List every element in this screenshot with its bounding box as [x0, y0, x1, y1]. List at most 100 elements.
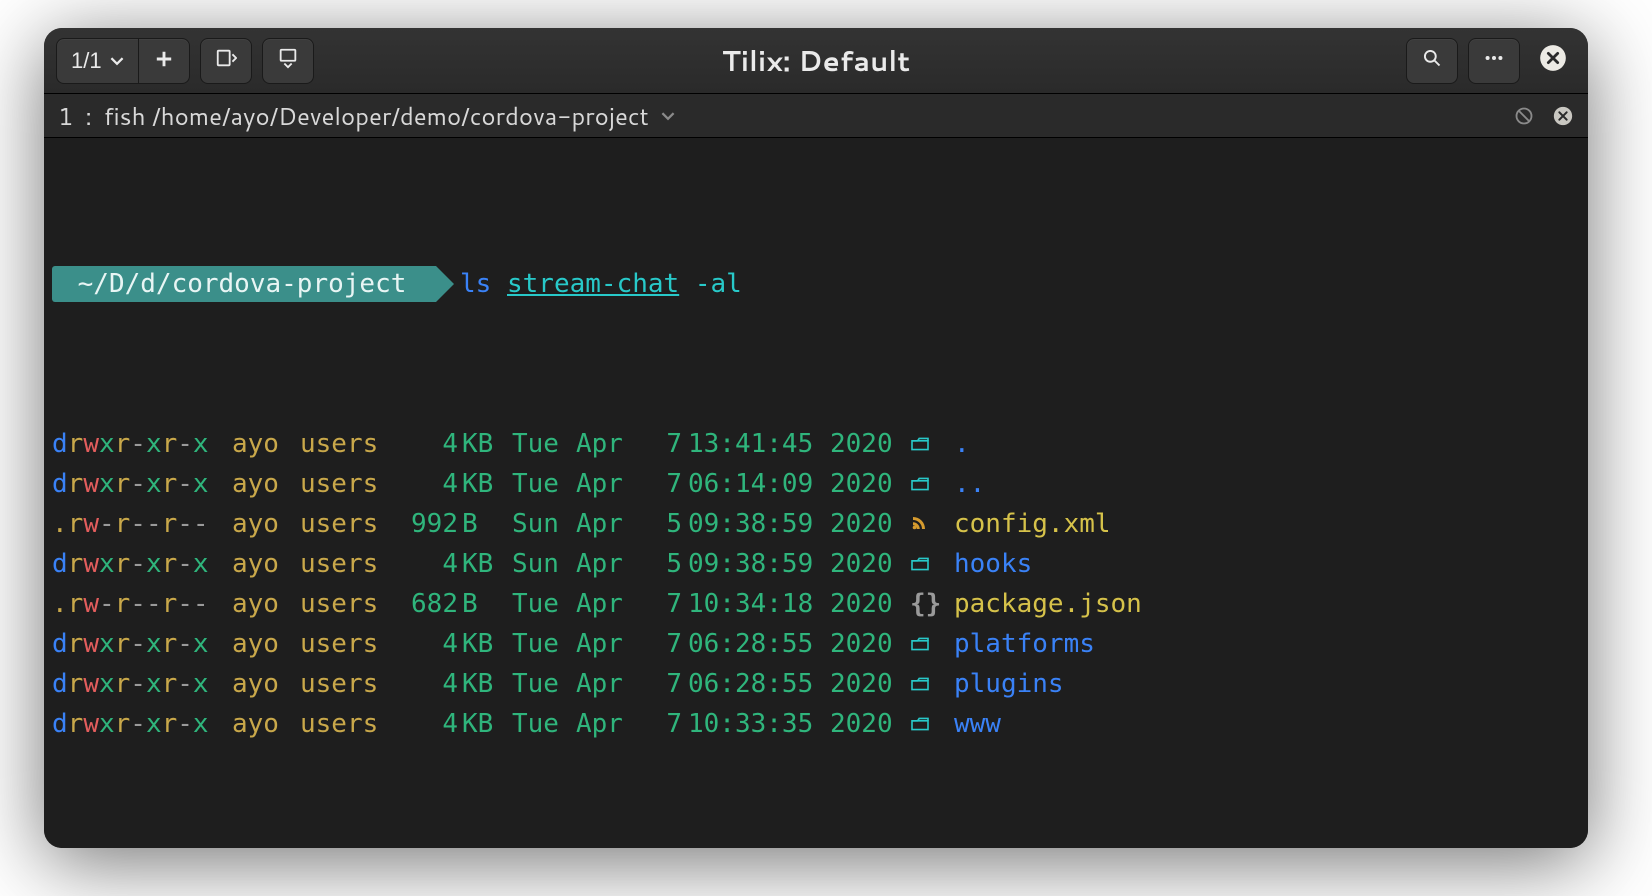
size-unit: KB: [462, 424, 512, 464]
year: 2020: [830, 424, 910, 464]
window-close-button[interactable]: [1530, 38, 1576, 84]
size: 4: [400, 424, 462, 464]
folder-icon: [910, 424, 954, 464]
split-down-button[interactable]: [262, 38, 314, 84]
command-name: ls: [460, 264, 491, 304]
folder-icon: [910, 704, 954, 744]
size-unit: KB: [462, 704, 512, 744]
group: users: [300, 464, 400, 504]
time: 06:28:55: [688, 664, 830, 704]
close-icon: [1539, 44, 1567, 78]
owner: ayo: [232, 704, 300, 744]
tab-label[interactable]: fish /home/ayo/Developer/demo/cordova-pr…: [104, 99, 649, 133]
command-arg: stream-chat: [507, 264, 679, 304]
day: 7: [640, 424, 688, 464]
plus-icon: [155, 48, 173, 74]
menu-button[interactable]: [1468, 38, 1520, 84]
day: 7: [640, 624, 688, 664]
file-name: www: [954, 704, 1580, 744]
perm: drwxr-xr-x: [52, 544, 232, 584]
split-right-icon: [215, 47, 237, 75]
search-button[interactable]: [1406, 38, 1458, 84]
ellipsis-icon: [1483, 47, 1505, 75]
folder-icon: [910, 544, 954, 584]
group: users: [300, 624, 400, 664]
file-name: platforms: [954, 624, 1580, 664]
new-session-button[interactable]: [138, 38, 190, 84]
weekday: Tue: [512, 624, 576, 664]
owner: ayo: [232, 664, 300, 704]
year: 2020: [830, 584, 910, 624]
year: 2020: [830, 664, 910, 704]
owner: ayo: [232, 584, 300, 624]
ls-row: drwxr-xr-xayousers4KBTueApr706:28:552020…: [52, 624, 1580, 664]
readonly-icon[interactable]: [1514, 106, 1534, 126]
file-name: ..: [954, 464, 1580, 504]
day: 7: [640, 704, 688, 744]
size-unit: KB: [462, 624, 512, 664]
group: users: [300, 704, 400, 744]
headerbar-right: [1406, 38, 1576, 84]
perm: .rw-r--r--: [52, 504, 232, 544]
group: users: [300, 504, 400, 544]
group: users: [300, 544, 400, 584]
tab-dropdown-icon[interactable]: [661, 109, 675, 123]
folder-icon: [910, 664, 954, 704]
perm: drwxr-xr-x: [52, 464, 232, 504]
owner: ayo: [232, 464, 300, 504]
year: 2020: [830, 704, 910, 744]
group: users: [300, 424, 400, 464]
day: 7: [640, 664, 688, 704]
month: Apr: [576, 464, 640, 504]
tab-close-icon[interactable]: [1552, 105, 1574, 127]
ls-row: .rw-r--r--ayousers992BSunApr509:38:59202…: [52, 504, 1580, 544]
ls-row: drwxr-xr-xayousers4KBTueApr713:41:452020…: [52, 424, 1580, 464]
year: 2020: [830, 544, 910, 584]
month: Apr: [576, 664, 640, 704]
tab-strip: 1: fish /home/ayo/Developer/demo/cordova…: [44, 94, 1588, 138]
year: 2020: [830, 504, 910, 544]
month: Apr: [576, 504, 640, 544]
owner: ayo: [232, 544, 300, 584]
month: Apr: [576, 704, 640, 744]
size: 4: [400, 464, 462, 504]
day: 7: [640, 464, 688, 504]
time: 10:34:18: [688, 584, 830, 624]
day: 7: [640, 584, 688, 624]
ls-row: drwxr-xr-xayousers4KBSunApr509:38:592020…: [52, 544, 1580, 584]
weekday: Tue: [512, 424, 576, 464]
split-right-button[interactable]: [200, 38, 252, 84]
json-icon: {}: [910, 584, 954, 624]
search-icon: [1422, 48, 1442, 74]
tilix-window: 1/1: [44, 28, 1588, 848]
perm: drwxr-xr-x: [52, 424, 232, 464]
month: Apr: [576, 424, 640, 464]
year: 2020: [830, 464, 910, 504]
split-down-icon: [277, 47, 299, 75]
ls-output: drwxr-xr-xayousers4KBTueApr713:41:452020…: [52, 424, 1580, 744]
size: 4: [400, 664, 462, 704]
owner: ayo: [232, 504, 300, 544]
perm: drwxr-xr-x: [52, 704, 232, 744]
month: Apr: [576, 544, 640, 584]
perm: .rw-r--r--: [52, 584, 232, 624]
rss-icon: [910, 504, 954, 544]
folder-icon: [910, 464, 954, 504]
time: 09:38:59: [688, 544, 830, 584]
file-name: plugins: [954, 664, 1580, 704]
session-switcher[interactable]: 1/1: [56, 38, 138, 84]
file-name: .: [954, 424, 1580, 464]
perm: drwxr-xr-x: [52, 664, 232, 704]
group: users: [300, 664, 400, 704]
session-switcher-group: 1/1: [56, 38, 190, 84]
prompt-path: ~/D/d/cordova-project: [52, 266, 436, 302]
headerbar: 1/1: [44, 28, 1588, 94]
perm: drwxr-xr-x: [52, 624, 232, 664]
size-unit: B: [462, 504, 512, 544]
day: 5: [640, 544, 688, 584]
size-unit: B: [462, 584, 512, 624]
terminal-pane[interactable]: ~/D/d/cordova-project ls stream-chat -al…: [44, 138, 1588, 848]
size-unit: KB: [462, 544, 512, 584]
weekday: Tue: [512, 464, 576, 504]
folder-icon: [910, 624, 954, 664]
